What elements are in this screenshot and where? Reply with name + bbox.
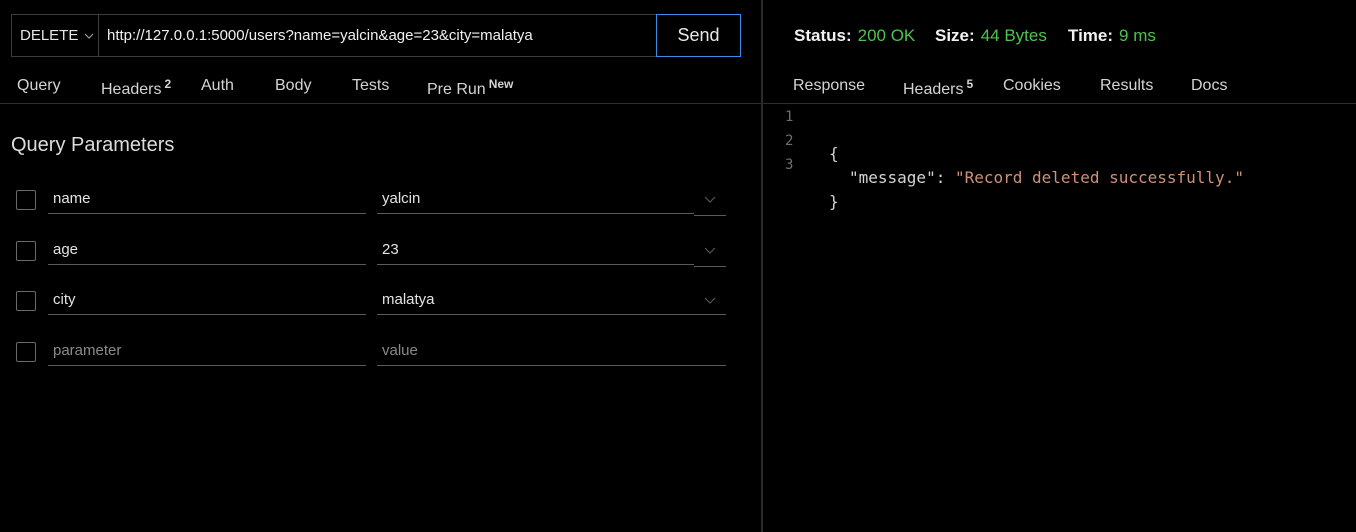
param-key-input[interactable] — [48, 235, 366, 265]
tab-query[interactable]: Query — [17, 77, 61, 95]
tab-label: Tests — [352, 77, 390, 94]
code-text: { — [829, 144, 839, 163]
time-item: Time: 9 ms — [1068, 26, 1156, 46]
method-select[interactable]: DELETE — [11, 14, 98, 57]
tab-cookies[interactable]: Cookies — [1003, 77, 1061, 95]
time-label: Time: — [1068, 26, 1114, 45]
chevron-down-icon — [704, 196, 716, 203]
tab-auth[interactable]: Auth — [201, 77, 234, 95]
send-button[interactable]: Send — [656, 14, 741, 57]
json-string-value: "Record deleted successfully." — [954, 168, 1244, 187]
line-number: 2 — [785, 133, 794, 149]
param-checkbox[interactable] — [16, 291, 36, 311]
response-panel: Status: 200 OK Size: 44 Bytes Time: 9 ms… — [763, 0, 1356, 532]
size-label: Size: — [935, 26, 975, 45]
param-dropdown[interactable] — [694, 285, 726, 317]
json-separator: : — [935, 168, 955, 187]
param-checkbox[interactable] — [16, 342, 36, 362]
code-text: } — [829, 192, 839, 211]
chevron-down-icon — [704, 297, 716, 304]
code-line: 3 } — [763, 154, 839, 211]
tab-response-headers[interactable]: Headers 5 — [903, 77, 973, 99]
json-key: "message" — [849, 168, 936, 187]
param-row — [0, 285, 761, 325]
tabs-divider — [763, 103, 1356, 104]
tab-label: Response — [793, 77, 866, 94]
headers-count-badge: 5 — [966, 77, 974, 91]
tab-results[interactable]: Results — [1100, 77, 1153, 95]
param-value-input[interactable] — [377, 285, 726, 315]
tab-label: Headers — [903, 81, 964, 98]
param-dropdown[interactable] — [694, 184, 726, 216]
status-label: Status: — [794, 26, 852, 45]
chevron-down-icon — [84, 33, 94, 39]
tab-tests[interactable]: Tests — [352, 77, 389, 95]
status-item: Status: 200 OK — [794, 26, 915, 46]
tab-label: Auth — [201, 77, 234, 94]
tab-label: Headers — [101, 81, 162, 98]
param-key-input[interactable] — [48, 184, 366, 214]
section-title: Query Parameters — [11, 134, 175, 156]
param-row — [0, 184, 761, 224]
status-value: 200 OK — [857, 26, 916, 45]
tab-body[interactable]: Body — [275, 77, 311, 95]
param-value-input[interactable] — [377, 184, 694, 214]
tab-label: Pre Run — [427, 81, 486, 98]
tabs-divider — [0, 103, 761, 104]
param-row — [0, 235, 761, 275]
headers-count-badge: 2 — [164, 77, 172, 91]
param-dropdown[interactable] — [694, 235, 726, 267]
param-key-input[interactable] — [48, 336, 366, 366]
time-value: 9 ms — [1119, 26, 1156, 45]
tab-label: Cookies — [1003, 77, 1061, 94]
line-number: 3 — [785, 157, 794, 173]
param-row-new — [0, 336, 761, 376]
tab-response[interactable]: Response — [793, 77, 865, 95]
size-item: Size: 44 Bytes — [935, 26, 1047, 46]
code-line: 1 { — [763, 106, 839, 163]
param-value-input[interactable] — [377, 336, 726, 366]
tab-pre-run[interactable]: Pre Run New — [427, 77, 513, 99]
method-label: DELETE — [20, 27, 79, 44]
param-checkbox[interactable] — [16, 241, 36, 261]
chevron-down-icon — [704, 247, 716, 254]
tab-headers[interactable]: Headers 2 — [101, 77, 171, 99]
tab-label: Query — [17, 77, 61, 94]
line-number: 1 — [785, 109, 794, 125]
code-line: 2 "message": "Record deleted successfull… — [763, 130, 1244, 187]
new-badge: New — [488, 77, 514, 91]
tab-label: Results — [1100, 77, 1154, 94]
request-bar: DELETE Send — [11, 14, 741, 57]
param-checkbox[interactable] — [16, 190, 36, 210]
param-key-input[interactable] — [48, 285, 366, 315]
param-value-input[interactable] — [377, 235, 694, 265]
tab-label: Body — [275, 77, 312, 94]
tab-label: Docs — [1191, 77, 1228, 94]
tab-docs[interactable]: Docs — [1191, 77, 1227, 95]
url-input[interactable] — [98, 14, 656, 57]
request-panel: DELETE Send Query Headers2 Auth Body Tes… — [0, 0, 761, 532]
size-value: 44 Bytes — [980, 26, 1047, 45]
